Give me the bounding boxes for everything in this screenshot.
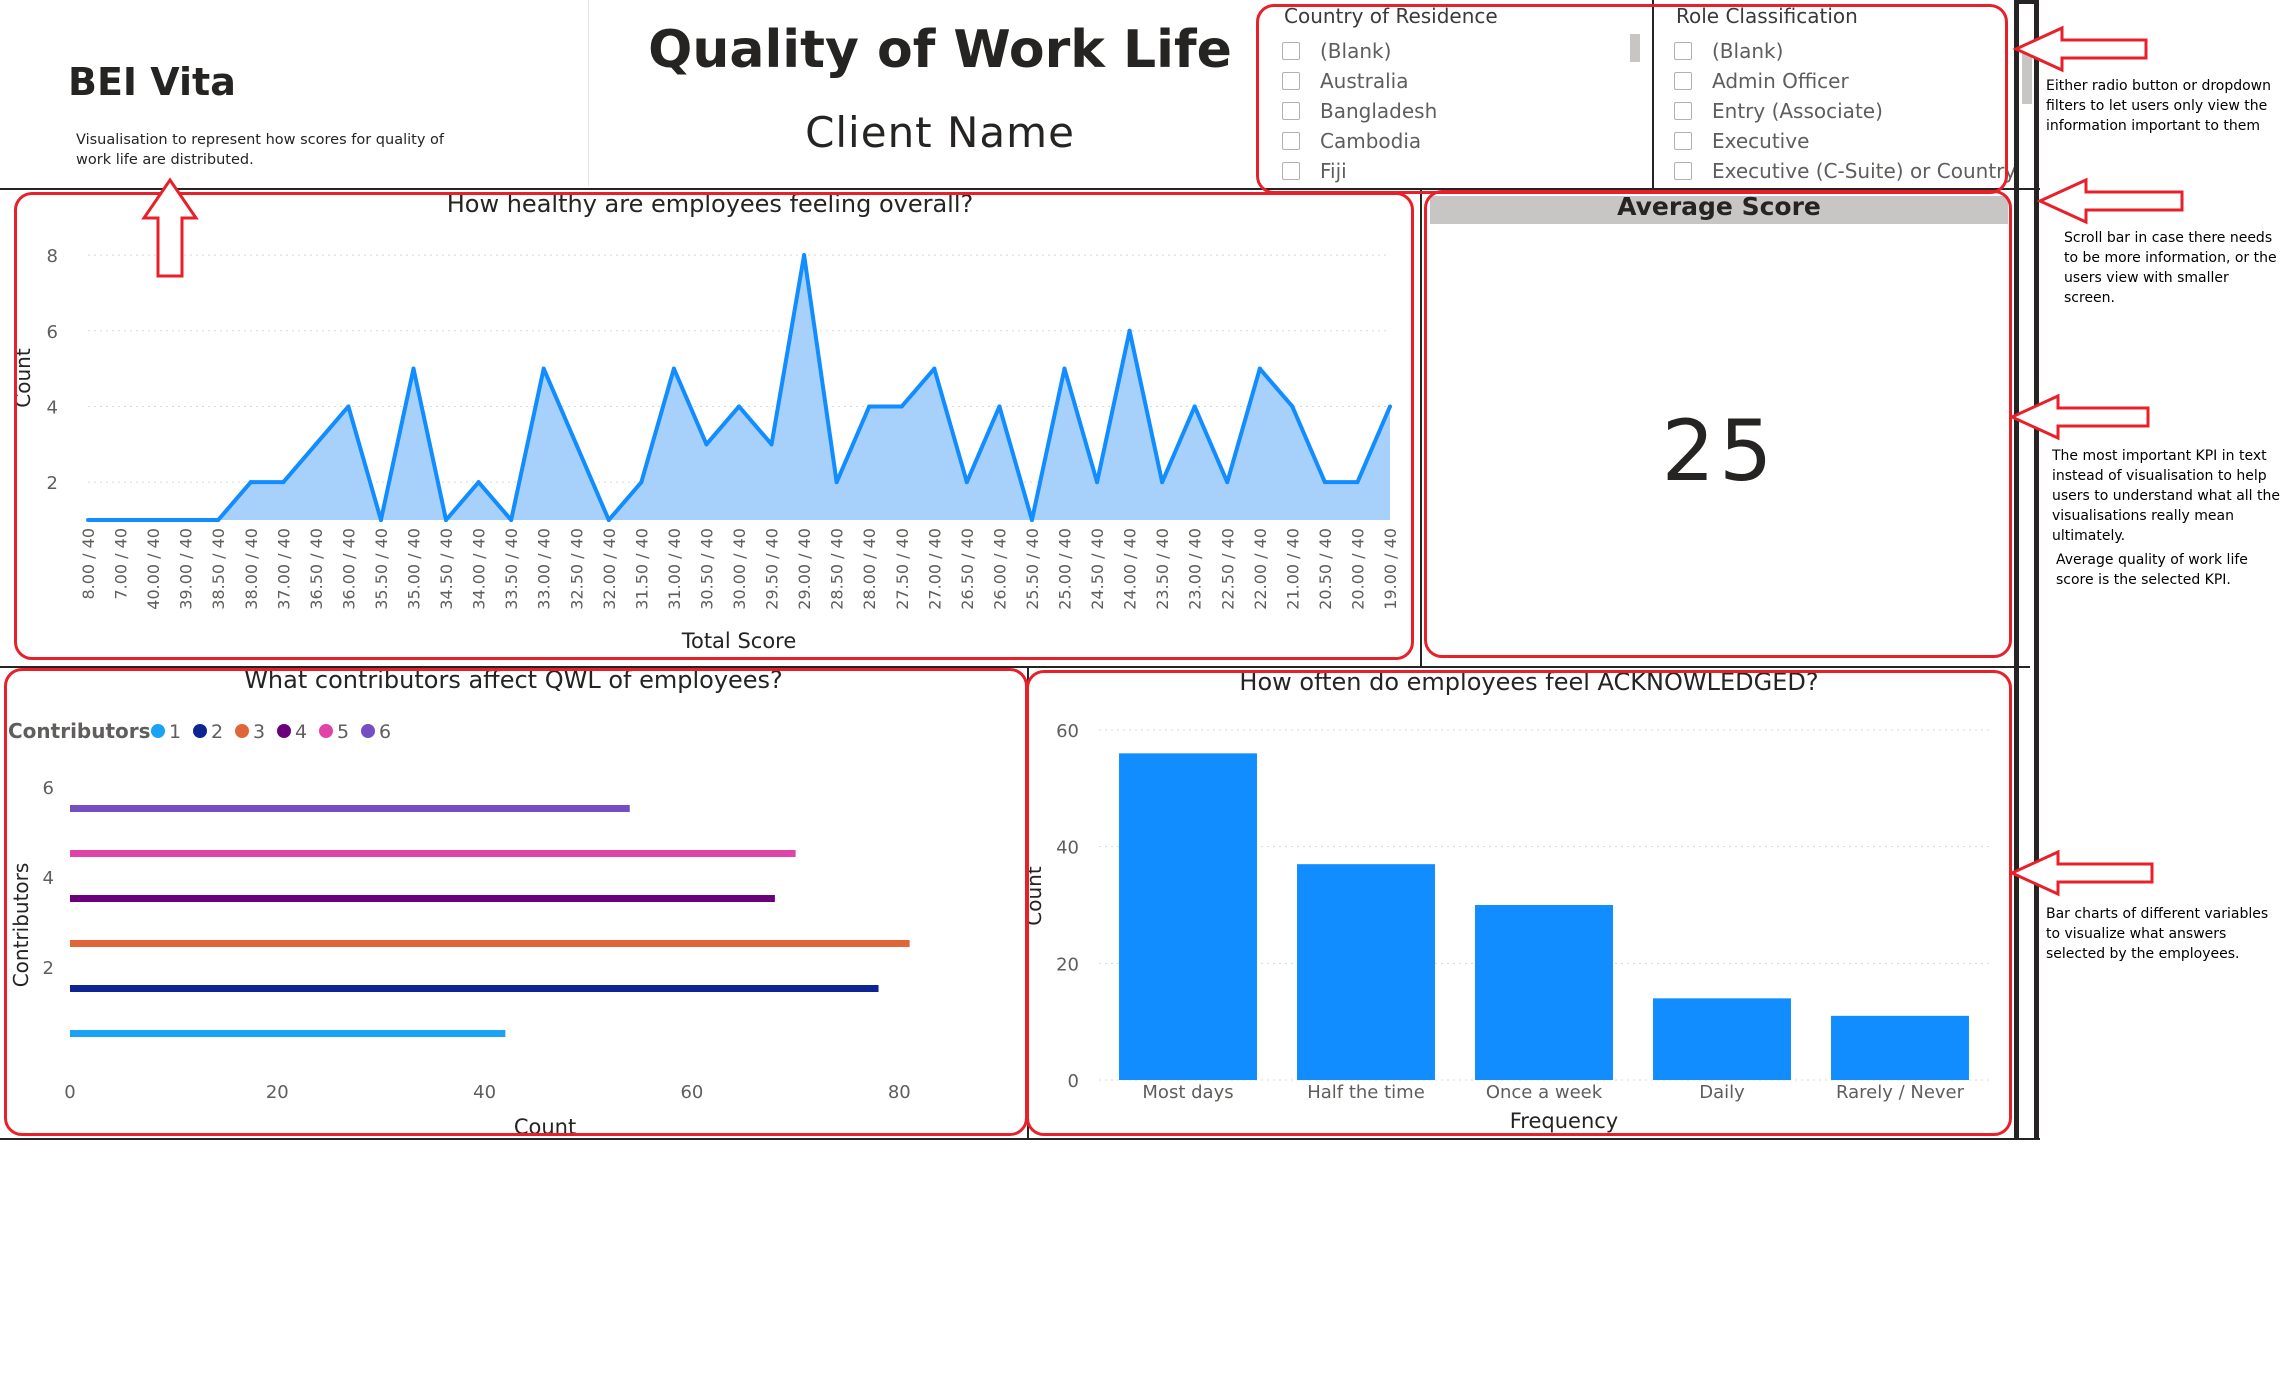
arrow-left-icon xyxy=(2008,393,2150,441)
brand-title: BEI Vita xyxy=(68,60,236,104)
kpi-annotation-2: Average quality of work life score is th… xyxy=(2056,552,2248,588)
arrow-up-icon xyxy=(141,177,199,278)
arrow-left-icon xyxy=(2012,25,2148,73)
brand-description: Visualisation to represent how scores fo… xyxy=(76,132,444,168)
scroll-annotation: Scroll bar in case there needs to be mor… xyxy=(2064,230,2277,306)
arrow-left-icon xyxy=(2008,849,2154,897)
kpi-annotation: The most important KPI in text instead o… xyxy=(2052,448,2280,544)
client-name: Client Name xyxy=(805,108,1075,157)
arrow-left-icon xyxy=(2036,177,2184,225)
bars-annotation: Bar charts of different variables to vis… xyxy=(2046,906,2269,962)
bottom-line xyxy=(0,1138,2040,1140)
contributors-highlight-box xyxy=(4,668,1028,1136)
page-title: Quality of Work Life xyxy=(648,20,1232,80)
slicers-highlight-box xyxy=(1256,4,2008,194)
kpi-divider xyxy=(1420,190,1422,668)
kpi-highlight-box xyxy=(1424,190,2012,658)
scrollbar-track-top xyxy=(2014,0,2039,4)
filters-annotation: Either radio button or dropdown filters … xyxy=(2046,78,2272,134)
acknowledged-highlight-box xyxy=(1026,670,2012,1136)
area-chart-highlight-box xyxy=(14,192,1414,660)
scrollbar-track-right xyxy=(2034,0,2039,1140)
